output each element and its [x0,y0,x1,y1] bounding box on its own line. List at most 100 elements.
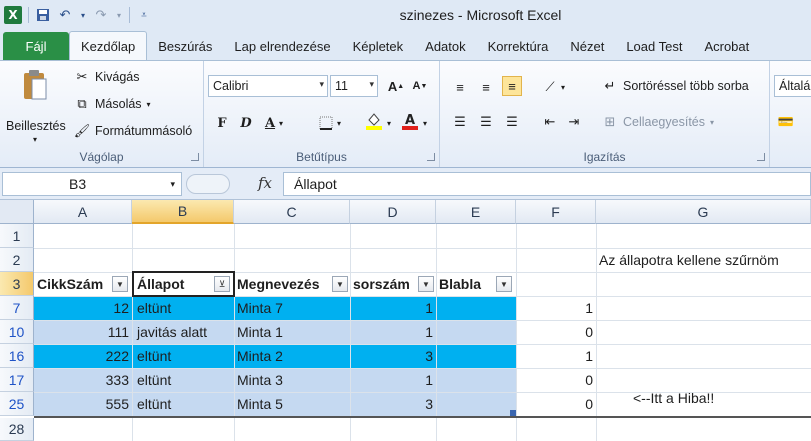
cell-b17[interactable]: eltünt [134,368,234,392]
tab-formulas[interactable]: Képletek [342,32,415,60]
row-header-28[interactable]: 28 [0,418,34,441]
cell-c17[interactable]: Minta 3 [234,368,350,392]
row-header-2[interactable]: 2 [0,248,34,272]
align-center-icon[interactable]: ☰ [476,112,496,132]
cell-f25[interactable]: 0 [516,392,596,416]
worksheet-grid[interactable]: A B C D E F G 1 2 3 7 10 16 17 25 28 Az … [0,200,811,441]
row-header-1[interactable]: 1 [0,224,34,248]
table-resize-handle[interactable] [510,410,516,416]
tab-view[interactable]: Nézet [559,32,615,60]
insert-function-icon[interactable]: fx [258,174,272,192]
cell-b16[interactable]: eltünt [134,344,234,368]
tab-acrobat[interactable]: Acrobat [693,32,760,60]
excel-logo-icon[interactable]: X [4,6,22,24]
customize-qat-icon[interactable]: ⩡ [136,7,152,23]
col-header-d[interactable]: D [350,200,436,224]
col-header-g[interactable]: G [596,200,811,224]
underline-dropdown-icon[interactable]: ▾ [276,113,286,133]
align-right-icon[interactable]: ☰ [502,112,522,132]
row-header-25[interactable]: 25 [0,392,34,416]
copy-button[interactable]: ⧉ Másolás ▾ [74,96,150,112]
tab-file[interactable]: Fájl [3,32,69,60]
cell-d25[interactable]: 3 [350,392,436,416]
wrap-text-button[interactable]: ↵ Sortöréssel több sorba [602,78,749,94]
select-all-corner[interactable] [0,200,34,224]
cell-c3[interactable]: Megnevezés [234,272,332,296]
cell-d10[interactable]: 1 [350,320,436,344]
row-header-3[interactable]: 3 [0,272,34,296]
cell-a16[interactable]: 222 [34,344,132,368]
cell-f17[interactable]: 0 [516,368,596,392]
cell-a25[interactable]: 555 [34,392,132,416]
accounting-format-icon[interactable]: 💳 [776,112,796,132]
font-size-combo[interactable]: 11 ▾ [330,75,378,97]
cell-b25[interactable]: eltünt [134,392,234,416]
redo-dropdown-icon[interactable]: ▾ [115,7,123,23]
row-header-16[interactable]: 16 [0,344,34,368]
paste-button[interactable]: Beillesztés ▾ [6,69,66,144]
tab-review[interactable]: Korrektúra [477,32,560,60]
merge-button[interactable]: ⊞ Cellaegyesítés ▾ [602,114,714,130]
borders-dropdown-icon[interactable]: ▾ [334,113,344,133]
italic-button[interactable]: D [236,113,256,133]
undo-dropdown-icon[interactable]: ▾ [79,7,87,23]
cell-c7[interactable]: Minta 7 [234,296,350,320]
grow-font-icon[interactable]: A ▲ [386,76,406,96]
cell-c10[interactable]: Minta 1 [234,320,350,344]
font-color-dropdown-icon[interactable]: ▾ [420,113,430,133]
cut-button[interactable]: ✂ Kivágás [74,69,140,85]
formula-input[interactable]: Állapot [283,172,811,196]
fill-color-dropdown-icon[interactable]: ▾ [384,113,394,133]
cell-f7[interactable]: 1 [516,296,596,320]
cell-b10[interactable]: javitás alatt [134,320,234,344]
cell-d16[interactable]: 3 [350,344,436,368]
tab-data[interactable]: Adatok [414,32,476,60]
fill-color-icon[interactable] [364,111,384,131]
row-header-10[interactable]: 10 [0,320,34,344]
tab-insert[interactable]: Beszúrás [147,32,223,60]
cell-c16[interactable]: Minta 2 [234,344,350,368]
filter-dropdown-icon[interactable]: ▼ [496,276,512,292]
borders-icon[interactable] [316,113,336,133]
cell-d17[interactable]: 1 [350,368,436,392]
increase-indent-icon[interactable]: ⇥ [564,112,584,132]
number-format-combo[interactable]: Általán [774,75,811,97]
cell-e3[interactable]: Blabla [436,272,496,296]
align-middle-icon[interactable]: ≡ [476,77,496,97]
align-left-icon[interactable]: ☰ [450,112,470,132]
orientation-dropdown-icon[interactable]: ▾ [558,77,568,97]
undo-icon[interactable]: ↶ [57,7,73,23]
filter-dropdown-icon[interactable]: ▼ [418,276,434,292]
cell-f10[interactable]: 0 [516,320,596,344]
col-header-c[interactable]: C [234,200,350,224]
row-header-17[interactable]: 17 [0,368,34,392]
name-box-dropdown-icon[interactable]: ▾ [170,179,175,190]
clipboard-launcher-icon[interactable] [191,153,199,161]
cell-a17[interactable]: 333 [34,368,132,392]
name-box[interactable]: B3 ▾ [2,172,182,196]
filter-dropdown-icon[interactable]: ▼ [332,276,348,292]
cell-a10[interactable]: 111 [34,320,132,344]
col-header-a[interactable]: A [34,200,132,224]
alignment-launcher-icon[interactable] [757,153,765,161]
cell-c25[interactable]: Minta 5 [234,392,350,416]
row-header-7[interactable]: 7 [0,296,34,320]
save-icon[interactable] [35,7,51,23]
orientation-icon[interactable]: ⟋ [540,77,560,97]
cell-d3[interactable]: sorszám [350,272,418,296]
format-painter-button[interactable]: 🖌 Formátummásoló [74,123,193,139]
formula-bar-grip-icon[interactable] [186,174,230,194]
col-header-b[interactable]: B [132,200,234,224]
bold-button[interactable]: F [212,113,232,133]
cell-a7[interactable]: 12 [34,296,132,320]
font-color-icon[interactable]: A [400,111,420,131]
cell-a3[interactable]: CikkSzám [34,272,114,296]
cell-g2[interactable]: Az állapotra kellene szűrnöm [596,248,811,272]
font-launcher-icon[interactable] [427,153,435,161]
cell-b7[interactable]: eltünt [134,296,234,320]
cell-d7[interactable]: 1 [350,296,436,320]
tab-home[interactable]: Kezdőlap [69,31,148,60]
tab-load-test[interactable]: Load Test [615,32,693,60]
tab-page-layout[interactable]: Lap elrendezése [223,32,341,60]
filter-dropdown-icon[interactable]: ▼ [112,276,128,292]
